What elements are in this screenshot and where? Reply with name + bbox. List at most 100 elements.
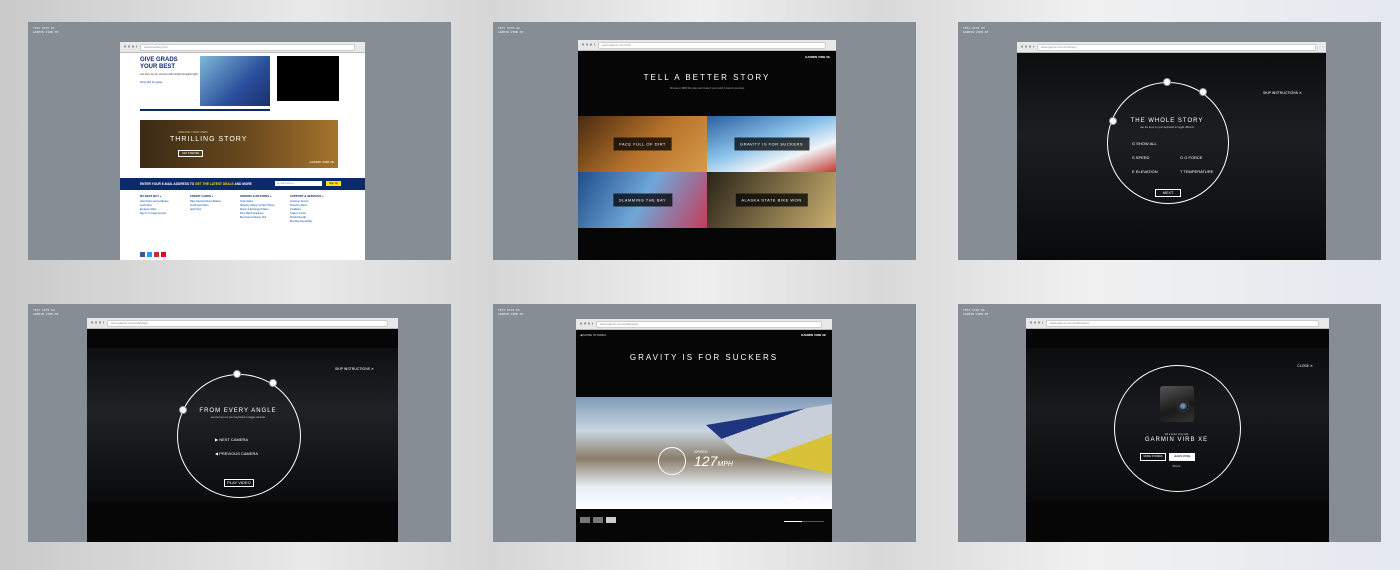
share-link[interactable]: Share [1114,464,1239,468]
panel-caption: TEST SITE 05 GARMIN VIRB XE [498,308,524,316]
story-tile-bay[interactable]: SLAMMING THE BAY [578,172,707,228]
address-bar[interactable]: www.garmin.com/virb/story [1037,44,1316,51]
ring-title: FROM EVERY ANGLE [199,408,277,414]
promo-link[interactable]: Shop gifts for grads › [140,81,163,84]
tile-label: FACE FULL OF DIRT [613,137,672,151]
ring-subtitle: use the keys on your keyboard to toggle … [210,416,266,419]
option-g-force[interactable]: G G FORCE [1180,155,1202,160]
promo-body: Get them set for success with helpful th… [140,73,199,76]
garmin-logo[interactable]: GARMIN VIRB XE [801,333,826,337]
signup-button[interactable]: Sign Up [326,181,341,186]
option-previous-camera[interactable]: ◀ PREVIOUS CAMERA [215,451,258,456]
panel-caption: TEST SITE 02 GARMIN VIRB XE [498,26,524,34]
video-progress-bar[interactable] [784,521,824,522]
tile-label: SLAMMING THE BAY [612,193,673,207]
play-video-button[interactable]: PLAY VIDEO [224,479,254,487]
close-button[interactable]: CLOSE ✕ [1297,364,1313,368]
grads-photo [200,56,270,106]
ring-node[interactable] [1199,88,1207,96]
elevation-readout: 6000 FT [802,497,821,503]
footer-col: CREDIT CARDS » Make Payment/Check Balanc… [190,194,221,212]
skip-instructions-button[interactable]: SKIP INSTRUCTIONS ✕ [1263,91,1302,95]
story-tile-gravity[interactable]: GRAVITY IS FOR SUCKERS [707,116,836,172]
screenshot-panel-4: TEST SITE 04 GARMIN VIRB XE www.garmin.co… [28,304,451,542]
footer-link[interactable]: Best Select & Return Hub [240,216,274,220]
ring-node[interactable] [1163,78,1171,86]
garmin-logo[interactable]: GARMIN VIRB XE [805,55,830,59]
panel-caption: TEST SITE 03 GARMIN VIRB XE [963,26,989,34]
more-stories-button[interactable]: MORE STORIES [1140,453,1166,461]
garmin-banner[interactable]: CREATE YOUR OWN THRILLING STORY GET STAR… [140,120,338,168]
browser-window: www.garmin.com/virb/product CLOSE ✕ Tell… [1026,318,1329,542]
address-bar[interactable]: www.bestbuy.com [140,44,355,51]
option-speed[interactable]: S SPEED [1132,155,1149,160]
ring-node[interactable] [233,370,241,378]
footer-col-title[interactable]: CREDIT CARDS » [190,194,221,198]
window-controls[interactable] [123,45,137,48]
virb-camera-image [1160,386,1194,422]
footer-col-title[interactable]: SUPPORT & SERVICES » [290,194,324,198]
learn-more-button[interactable]: LEARN MORE [1169,453,1195,461]
footer-col-title[interactable]: ORDERS & RETURNS » [240,194,274,198]
next-button[interactable]: NEXT [1155,189,1181,197]
footer-col: ORDERS & RETURNS » Order Status Shipping… [240,194,274,220]
ring-node[interactable] [269,379,277,387]
screenshot-panel-6: TEST SITE 06 GARMIN VIRB XE www.garmin.co… [958,304,1381,542]
footer-col-title[interactable]: MY BEST BUY » [140,194,169,198]
browser-toolbar: www.garmin.com/virb/product [1026,318,1329,329]
skip-instructions-button[interactable]: SKIP INSTRUCTIONS ✕ [335,367,374,371]
banner-cta-button[interactable]: GET STARTED [178,150,204,157]
speed-value: 127MPH [694,453,733,469]
product-name: GARMIN VIRB XE [1144,437,1209,443]
browser-toolbar: www.garmin.com/virb/angle [87,318,398,329]
browser-toolbar: www.garmin.com/virb/gravity [576,319,832,330]
option-temperature[interactable]: T TEMPERATURE [1180,169,1213,174]
address-bar[interactable]: www.garmin.com/virb/product [1046,320,1319,327]
option-elevation[interactable]: E ELEVATION [1132,169,1158,174]
window-controls[interactable] [1020,45,1034,48]
browser-window: www.garmin.com/virb/gravity ◀ MORE STORI… [576,319,832,542]
address-bar[interactable]: www.garmin.com/virb/angle [107,320,388,327]
story-tile-dirt[interactable]: FACE FULL OF DIRT [578,116,707,172]
browser-window: www.garmin.com/virb GARMIN VIRB XE TELL … [578,40,836,260]
promo-divider [140,109,270,111]
panel-caption: TEST SITE 04 GARMIN VIRB XE [33,308,59,316]
address-bar[interactable]: www.garmin.com/virb/gravity [596,321,822,328]
screenshot-panel-3: TEST SITE 03 GARMIN VIRB XE www.garmin.co… [958,22,1381,260]
footer-link[interactable]: Apply Now [190,208,221,212]
instruction-ring [1107,82,1229,204]
tile-label: GRAVITY IS FOR SUCKERS [733,137,810,151]
camera-angle-thumbs[interactable] [580,517,616,523]
address-bar[interactable]: www.garmin.com/virb [598,42,826,49]
footer-link[interactable]: Sign In or Create Account [140,212,169,216]
page-subtitle: Choose a VIRB XE video and make it yours… [669,87,745,90]
browser-window: www.garmin.com/virb/angle SKIP INSTRUCTI… [87,318,398,542]
banner-brand: GARMIN VIRB XE [309,160,334,164]
product-ring [1114,365,1241,492]
window-controls[interactable] [90,321,104,324]
footer-link[interactable]: Best Buy Accessibility [290,220,324,224]
panel-caption: TEST SITE 01 GARMIN VIRB XE [33,26,59,34]
video-progress-fill [784,521,802,522]
screenshot-panel-1: TEST SITE 01 GARMIN VIRB XE www.bestbuy.c… [28,22,451,260]
speedometer-gauge [658,447,686,475]
email-signup-bar: ENTER YOUR E-MAIL ADDRESS TO GET THE LAT… [120,178,365,190]
window-controls[interactable] [1029,321,1043,324]
panel-caption: TEST SITE 06 GARMIN VIRB XE [963,308,989,316]
product-kicker: Tell a better story with [1164,433,1189,436]
option-show-all[interactable]: G SHOW ALL [1132,141,1157,146]
screenshot-panel-5: TEST SITE 05 GARMIN VIRB XE www.garmin.co… [493,304,916,542]
browser-window: www.bestbuy.com GIVE GRADS YOUR BEST Get … [120,42,365,260]
email-input[interactable]: E-mail Address [275,181,322,186]
ad-placeholder [277,56,339,101]
social-icons[interactable] [140,252,170,257]
window-controls[interactable] [579,322,593,325]
story-tile-bike[interactable]: ALASKA STATE BIKE WON [707,172,836,228]
option-next-camera[interactable]: ▶ NEXT CAMERA [215,437,248,442]
more-stories-link[interactable]: ◀ MORE STORIES [580,333,606,337]
screenshot-panel-2: TEST SITE 02 GARMIN VIRB XE www.garmin.co… [493,22,916,260]
footer-col: SUPPORT & SERVICES » Customer Service Pr… [290,194,324,224]
banner-line2: THRILLING STORY [170,136,248,143]
browser-toolbar: www.garmin.com/virb [578,40,836,51]
window-controls[interactable] [581,43,595,46]
